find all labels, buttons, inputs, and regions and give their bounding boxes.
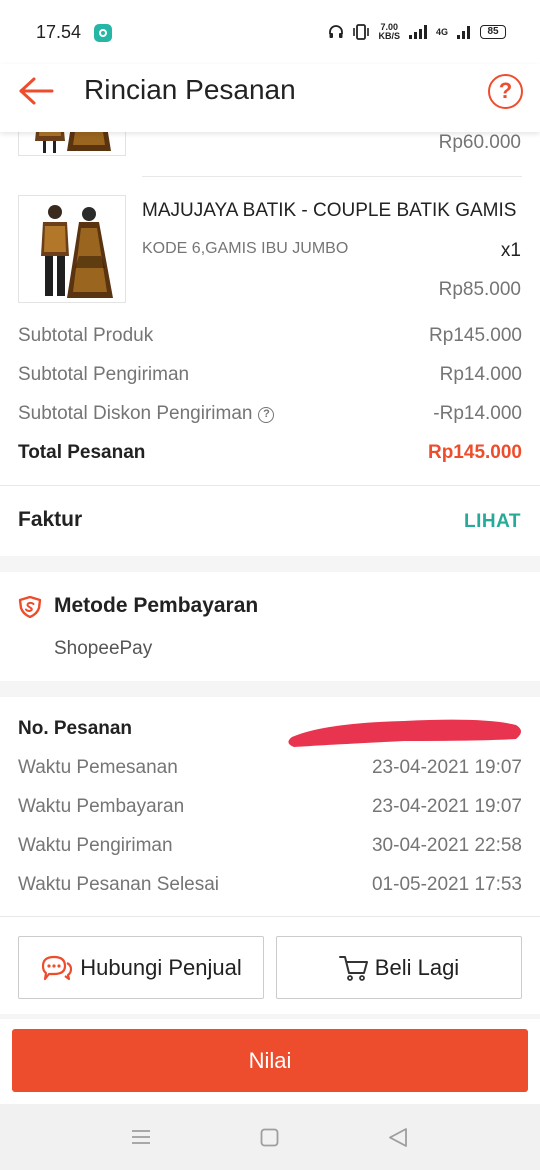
product-price: Rp60.000 <box>438 132 521 153</box>
page-title: Rincian Pesanan <box>84 74 296 105</box>
row-value: 30-04-2021 22:58 <box>371 835 522 856</box>
buy-again-button[interactable]: Beli Lagi <box>276 936 522 999</box>
signal-4g-icon <box>457 26 470 39</box>
order-total-row: Total Pesanan Rp145.000 <box>18 439 522 467</box>
divider <box>0 485 540 486</box>
product-variant: KODE 6,GAMIS IBU JUMBO <box>142 240 349 257</box>
product-name[interactable]: MAJUJAYA BATIK - COUPLE BATIK GAMIS <box>142 200 522 222</box>
network-speed-unit: KB/S <box>378 31 400 41</box>
row-label-wrap: Subtotal Diskon Pengiriman? <box>18 403 275 425</box>
row-value: 01-05-2021 17:53 <box>371 874 522 895</box>
status-icons: 7.00 KB/S 4G 85 <box>328 20 506 44</box>
row-label: Subtotal Produk <box>18 325 154 346</box>
row-value: 23-04-2021 19:07 <box>371 757 522 778</box>
row-label: Waktu Pemesanan <box>18 757 178 778</box>
help-button[interactable]: ? <box>488 74 523 109</box>
section-gap <box>0 556 540 572</box>
divider <box>0 916 540 917</box>
completed-time-row: Waktu Pesanan Selesai 01-05-2021 17:53 <box>18 871 522 899</box>
subtotal-shipping-row: Subtotal Pengiriman Rp14.000 <box>18 361 522 389</box>
home-icon[interactable] <box>260 1128 279 1147</box>
shipping-discount-row: Subtotal Diskon Pengiriman? -Rp14.000 <box>18 400 522 428</box>
signal-icon <box>408 25 427 39</box>
invoice-label: Faktur <box>18 508 83 531</box>
row-label: Waktu Pembayaran <box>18 796 185 817</box>
order-time-row: Waktu Pemesanan 23-04-2021 19:07 <box>18 754 522 782</box>
order-number-label: No. Pesanan <box>18 718 133 739</box>
section-gap <box>0 681 540 697</box>
network-speed: 7.00 KB/S <box>378 23 400 41</box>
product-thumbnail[interactable] <box>18 195 126 303</box>
status-time: 17.54 <box>36 22 82 42</box>
shipping-time-row: Waktu Pengiriman 30-04-2021 22:58 <box>18 832 522 860</box>
chat-bubbles-icon <box>42 955 73 980</box>
row-label: Waktu Pesanan Selesai <box>18 874 220 895</box>
headphones-icon <box>329 25 344 38</box>
row-label: Waktu Pengiriman <box>18 835 173 856</box>
app-header: Rincian Pesanan ? <box>0 64 540 132</box>
system-nav-bar <box>0 1104 540 1170</box>
status-bar: 17.54 7.00 KB/S 4G 85 <box>0 0 540 64</box>
invoice-view-link[interactable]: LIHAT <box>464 511 521 533</box>
contact-seller-button[interactable]: Hubungi Penjual <box>18 936 264 999</box>
subtotal-product-row: Subtotal Produk Rp145.000 <box>18 322 522 350</box>
chat-notification-icon <box>94 24 112 42</box>
row-value: 23-04-2021 19:07 <box>371 796 522 817</box>
row-label: Subtotal Pengiriman <box>18 364 190 385</box>
question-circle-icon[interactable]: ? <box>258 407 275 423</box>
row-value: -Rp14.000 <box>433 403 522 424</box>
row-label: Total Pesanan <box>18 442 146 463</box>
row-label: Subtotal Diskon Pengiriman <box>18 403 253 424</box>
row-value: Rp14.000 <box>439 364 522 385</box>
payment-method-value: ShopeePay <box>54 638 153 659</box>
row-value: Rp145.000 <box>427 442 522 463</box>
arrow-left-icon <box>19 77 54 105</box>
product-image <box>19 196 125 302</box>
footer-gap <box>0 1014 540 1019</box>
back-button[interactable] <box>18 76 58 106</box>
recent-apps-icon[interactable] <box>131 1129 151 1145</box>
product-divider <box>142 176 522 177</box>
network-type: 4G <box>435 26 448 37</box>
payment-time-row: Waktu Pembayaran 23-04-2021 19:07 <box>18 793 522 821</box>
payment-method-title: Metode Pembayaran <box>54 594 259 617</box>
rate-button[interactable]: Nilai <box>12 1029 528 1092</box>
back-nav-icon[interactable] <box>388 1127 408 1148</box>
contact-seller-label: Hubungi Penjual <box>80 954 242 980</box>
cart-icon <box>338 955 368 981</box>
product-quantity: x1 <box>500 240 521 261</box>
shield-icon <box>18 596 42 618</box>
product-price: Rp85.000 <box>438 279 521 300</box>
question-mark-icon: ? <box>498 78 513 103</box>
battery-icon: 85 <box>480 25 506 39</box>
vibrate-icon <box>353 24 370 40</box>
buy-again-label: Beli Lagi <box>374 954 460 980</box>
redaction-mark <box>288 719 521 747</box>
row-value: Rp145.000 <box>429 325 522 346</box>
